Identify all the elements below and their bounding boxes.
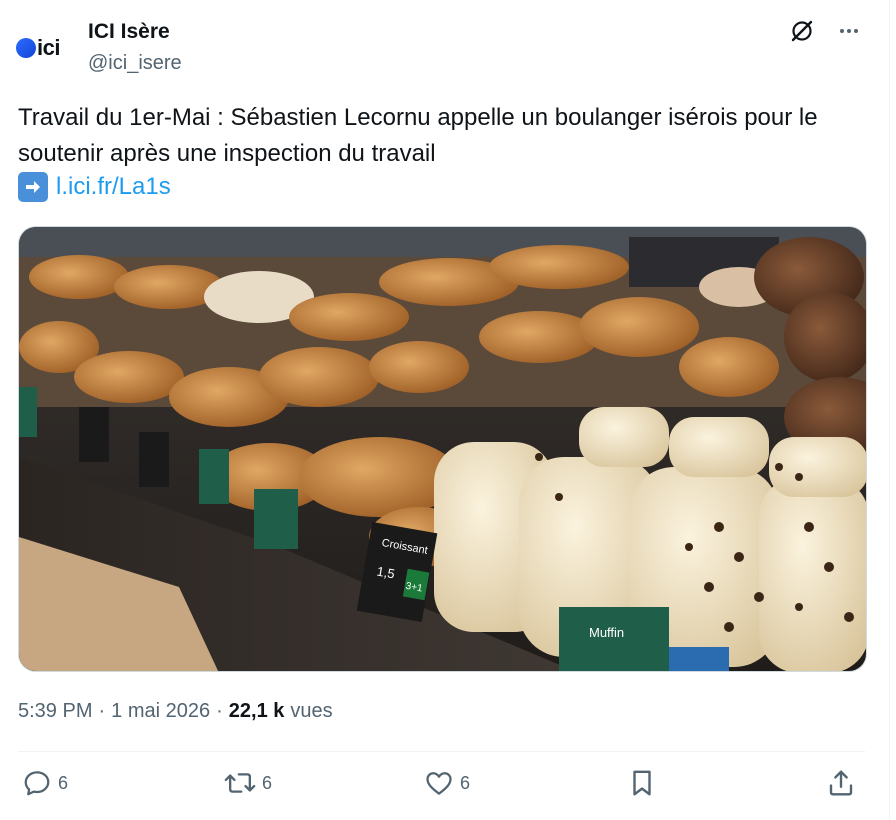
label-text-price: 1,5 bbox=[376, 564, 396, 582]
right-arrow-icon bbox=[18, 172, 48, 202]
tweet-meta: 5:39 PM · 1 mai 2026 · 22,1 k vues bbox=[18, 700, 333, 723]
retweet-count: 6 bbox=[262, 772, 273, 793]
ici-logo-dot bbox=[16, 38, 36, 58]
views-label: vues bbox=[290, 700, 333, 722]
avatar-logo-text: ici bbox=[37, 35, 60, 60]
like-icon bbox=[424, 768, 454, 798]
retweet-icon bbox=[224, 768, 256, 798]
top-actions bbox=[789, 18, 861, 44]
retweet-button[interactable]: 6 bbox=[224, 768, 272, 798]
like-button[interactable]: 6 bbox=[424, 768, 470, 798]
grok-icon[interactable] bbox=[789, 18, 815, 44]
meta-separator: · bbox=[98, 700, 106, 722]
bookmark-icon bbox=[628, 768, 656, 798]
share-icon bbox=[826, 768, 856, 798]
label-text-muffin: Muffin bbox=[589, 625, 624, 640]
reply-icon bbox=[22, 768, 52, 798]
meta-separator: · bbox=[216, 700, 223, 722]
reply-button[interactable]: 6 bbox=[22, 768, 68, 798]
more-icon[interactable] bbox=[837, 19, 861, 43]
tweet-time[interactable]: 5:39 PM bbox=[18, 700, 92, 723]
tweet-link-row: l.ici.fr/La1s bbox=[18, 172, 171, 202]
views-count[interactable]: 22,1 k bbox=[229, 700, 285, 723]
tweet-actions: 6 6 6 bbox=[18, 768, 863, 808]
share-button[interactable] bbox=[826, 768, 856, 798]
display-name[interactable]: ICI Isère bbox=[88, 20, 170, 44]
tweet-date[interactable]: 1 mai 2026 bbox=[111, 700, 210, 723]
tweet-link[interactable]: l.ici.fr/La1s bbox=[56, 173, 171, 201]
user-handle[interactable]: @ici_isere bbox=[88, 52, 182, 75]
avatar[interactable]: ici bbox=[16, 22, 76, 74]
tweet-card: ici ICI Isère @ici_isere Travail du 1er-… bbox=[0, 0, 890, 820]
like-count: 6 bbox=[460, 772, 471, 793]
tweet-text: Travail du 1er-Mai : Sébastien Lecornu a… bbox=[18, 104, 818, 167]
divider bbox=[18, 751, 865, 752]
tweet-media-photo[interactable]: Croissant 1,5 3+1 Muffin bbox=[18, 226, 867, 672]
reply-count: 6 bbox=[58, 772, 69, 793]
bookmark-button[interactable] bbox=[628, 768, 656, 798]
